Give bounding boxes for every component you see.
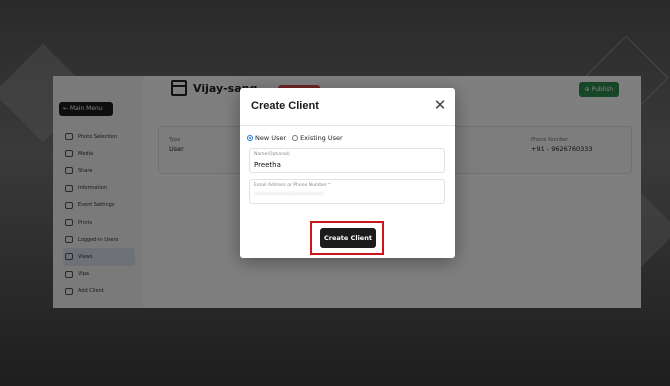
radio-label: Existing User bbox=[300, 134, 343, 142]
radio-checked-icon[interactable] bbox=[247, 135, 253, 141]
email-phone-input[interactable]: •••••••••••••••••••••• bbox=[254, 191, 440, 201]
radio-unchecked-icon[interactable] bbox=[292, 135, 299, 141]
create-client-button[interactable]: Create Client bbox=[320, 228, 376, 248]
radio-label: New User bbox=[255, 134, 287, 142]
name-field[interactable]: Name(Optional) bbox=[249, 148, 445, 173]
email-phone-field[interactable]: Email Address or Phone Number * ••••••••… bbox=[249, 179, 445, 204]
divider bbox=[240, 125, 455, 126]
name-input[interactable] bbox=[254, 160, 440, 170]
name-field-label: Name(Optional) bbox=[254, 152, 290, 157]
email-field-label: Email Address or Phone Number * bbox=[254, 183, 331, 188]
close-icon[interactable]: ✕ bbox=[433, 98, 447, 113]
radio-existing-user[interactable]: Existing User bbox=[292, 134, 343, 142]
dialog-title: Create Client bbox=[251, 100, 319, 112]
user-type-radio-group: New User Existing User bbox=[247, 134, 349, 142]
radio-new-user[interactable]: New User bbox=[247, 134, 286, 142]
